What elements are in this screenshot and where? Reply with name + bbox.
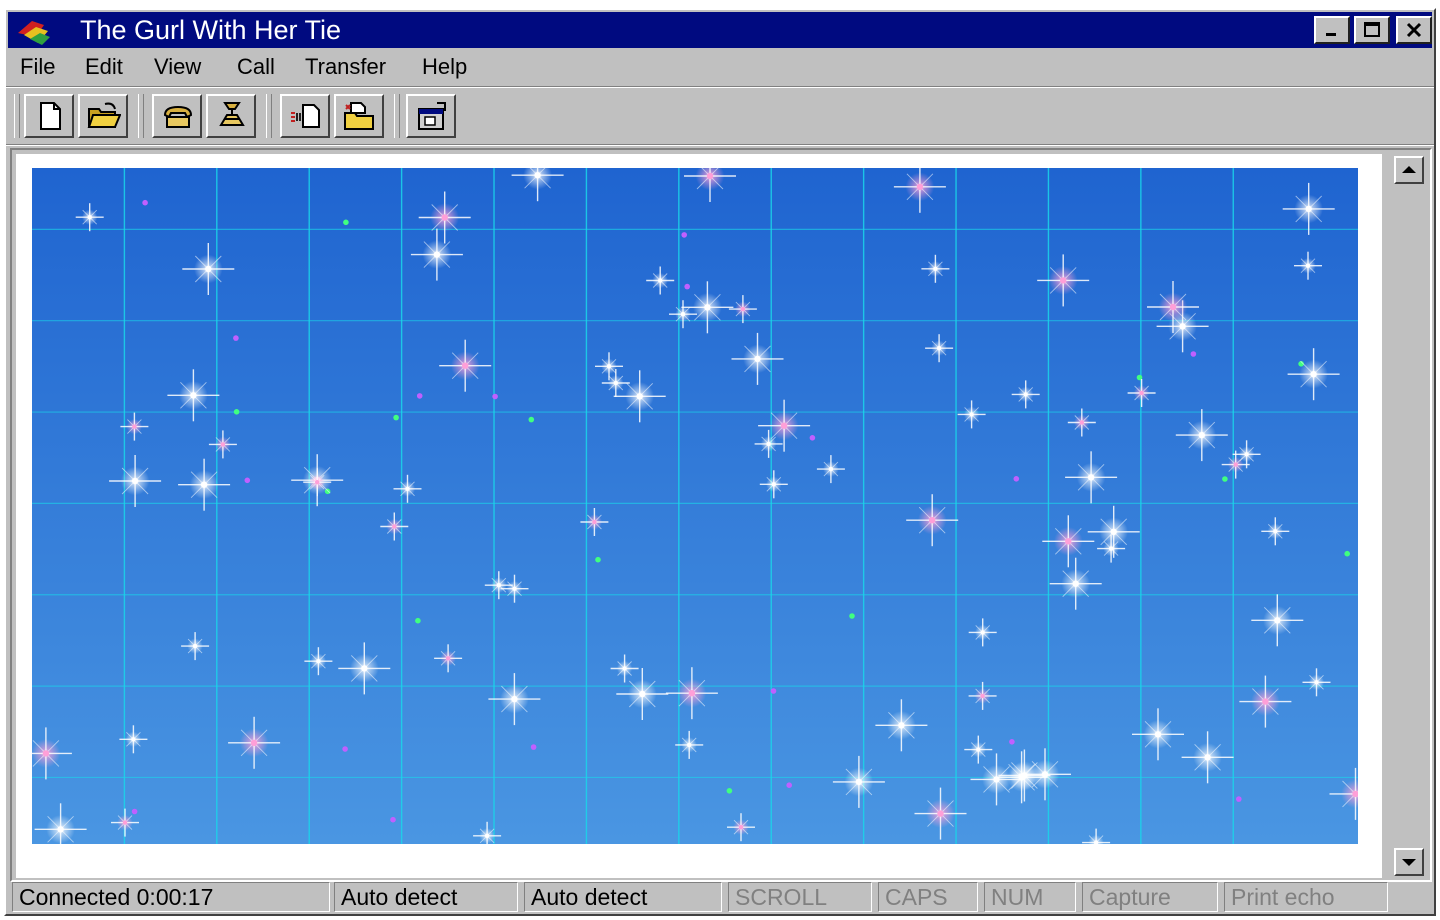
close-button[interactable] — [1396, 16, 1432, 44]
open-button[interactable] — [78, 94, 128, 138]
status-port: Auto detect — [524, 882, 722, 912]
status-num: NUM — [984, 882, 1076, 912]
status-bar: Connected 0:00:17 Auto detect Auto detec… — [8, 880, 1432, 912]
terminal-screen[interactable] — [16, 154, 1382, 878]
scroll-down-button[interactable] — [1394, 848, 1424, 876]
maximize-button[interactable] — [1354, 16, 1390, 44]
title-bar[interactable]: The Gurl With Her Tie — [8, 12, 1432, 48]
status-scroll: SCROLL — [728, 882, 872, 912]
send-button[interactable] — [280, 94, 330, 138]
connect-button[interactable] — [152, 94, 202, 138]
arrow-up-icon — [1402, 166, 1416, 173]
properties-button[interactable] — [406, 94, 456, 138]
menu-help[interactable]: Help — [422, 54, 467, 80]
menu-bar: File Edit View Call Transfer Help — [6, 50, 1434, 84]
application-window: The Gurl With Her Tie File Edit View Cal… — [4, 8, 1436, 916]
close-icon — [1406, 22, 1422, 38]
disconnect-button[interactable] — [206, 94, 256, 138]
toolbar — [6, 90, 1434, 142]
arrow-down-icon — [1402, 859, 1416, 866]
menu-call[interactable]: Call — [237, 54, 275, 80]
receive-file-icon — [344, 102, 374, 130]
status-caps: CAPS — [878, 882, 978, 912]
window-title: The Gurl With Her Tie — [80, 15, 342, 45]
menu-transfer[interactable]: Transfer — [305, 54, 386, 80]
menu-view[interactable]: View — [154, 54, 201, 80]
toolbar-grip[interactable] — [14, 94, 20, 138]
properties-icon — [418, 102, 446, 130]
status-capture: Capture — [1082, 882, 1218, 912]
minimize-icon — [1326, 33, 1336, 36]
send-file-icon — [291, 104, 320, 128]
open-folder-icon — [87, 102, 121, 128]
toolbar-separator-3 — [394, 94, 400, 138]
status-print-echo: Print echo — [1224, 882, 1388, 912]
hang-up-icon — [219, 102, 245, 126]
menu-edit[interactable]: Edit — [85, 54, 123, 80]
hyperterminal-app-icon[interactable] — [14, 15, 54, 47]
toolbar-separator-2 — [266, 94, 272, 138]
new-button[interactable] — [24, 94, 74, 138]
receive-button[interactable] — [334, 94, 384, 138]
new-document-icon — [40, 102, 61, 130]
toolbar-divider — [6, 144, 1434, 146]
vertical-scrollbar[interactable] — [1392, 154, 1426, 878]
terminal-area — [10, 148, 1432, 882]
status-emulation: Auto detect — [334, 882, 518, 912]
phone-icon — [163, 105, 193, 128]
scroll-up-button[interactable] — [1394, 156, 1424, 184]
terminal-background-image — [32, 168, 1358, 844]
menu-file[interactable]: File — [20, 54, 55, 80]
toolbar-separator — [138, 94, 144, 138]
status-connection: Connected 0:00:17 — [12, 882, 330, 912]
maximize-icon — [1364, 22, 1380, 37]
menu-divider — [6, 86, 1434, 88]
minimize-button[interactable] — [1314, 16, 1350, 44]
